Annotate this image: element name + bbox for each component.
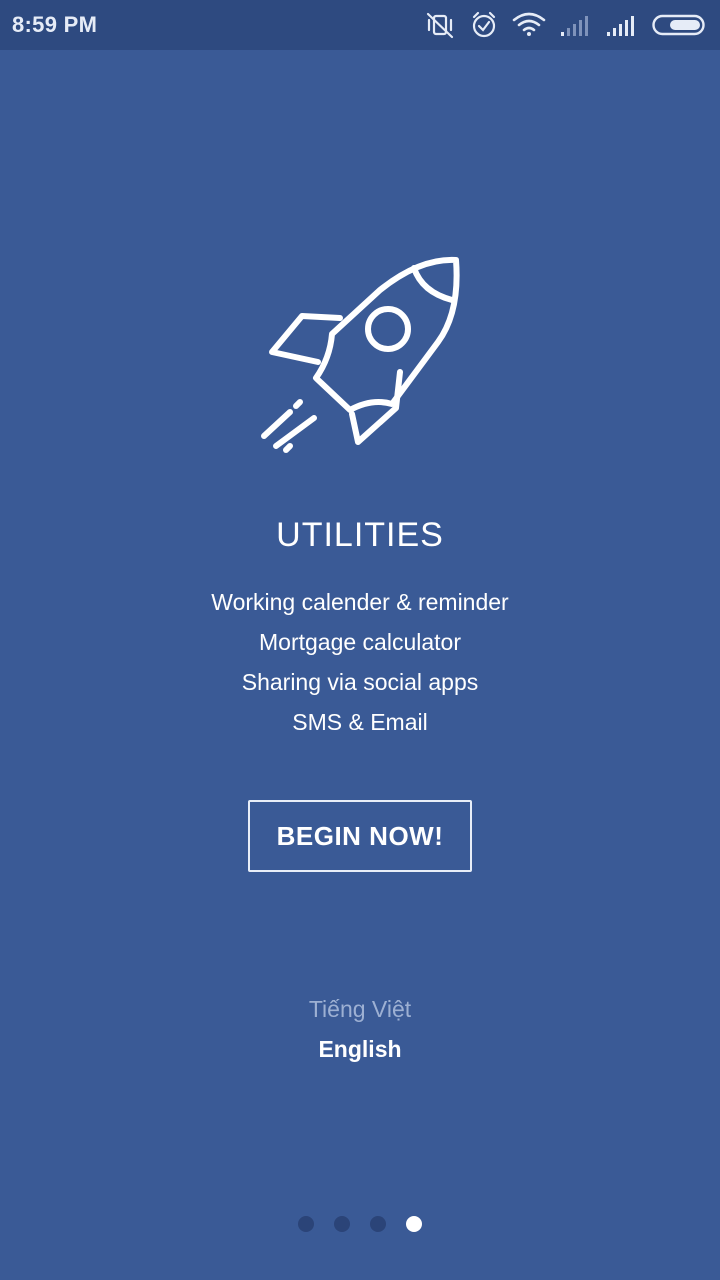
begin-now-button[interactable]: BEGIN NOW! (248, 800, 472, 872)
alarm-icon (470, 11, 498, 39)
page-dot-2[interactable] (334, 1216, 350, 1232)
page-dot-1[interactable] (298, 1216, 314, 1232)
status-time: 8:59 PM (12, 12, 98, 37)
feature-item: SMS & Email (292, 709, 428, 735)
page-title: UTILITIES (276, 516, 444, 554)
feature-list: Working calender & reminder Mortgage cal… (0, 582, 720, 742)
page-indicator (0, 1214, 720, 1234)
page-dot-3[interactable] (370, 1216, 386, 1232)
status-bar: 8:59 PM (0, 0, 720, 50)
rocket-icon (250, 250, 470, 460)
language-option-english[interactable]: English (0, 1036, 720, 1063)
feature-item: Mortgage calculator (259, 629, 461, 655)
battery-icon (652, 13, 708, 37)
page-dot-4-active[interactable] (406, 1216, 422, 1232)
onboarding-screen: 8:59 PM UTILITIES Working calender & rem… (0, 0, 720, 1280)
signal-strong-icon (606, 13, 638, 37)
feature-item: Working calender & reminder (211, 589, 509, 615)
wifi-icon (512, 12, 546, 38)
language-option-vietnamese[interactable]: Tiếng Việt (0, 996, 720, 1023)
signal-weak-icon (560, 13, 592, 37)
vibrate-off-icon (424, 11, 456, 39)
feature-item: Sharing via social apps (241, 669, 479, 695)
status-icons (424, 11, 708, 39)
